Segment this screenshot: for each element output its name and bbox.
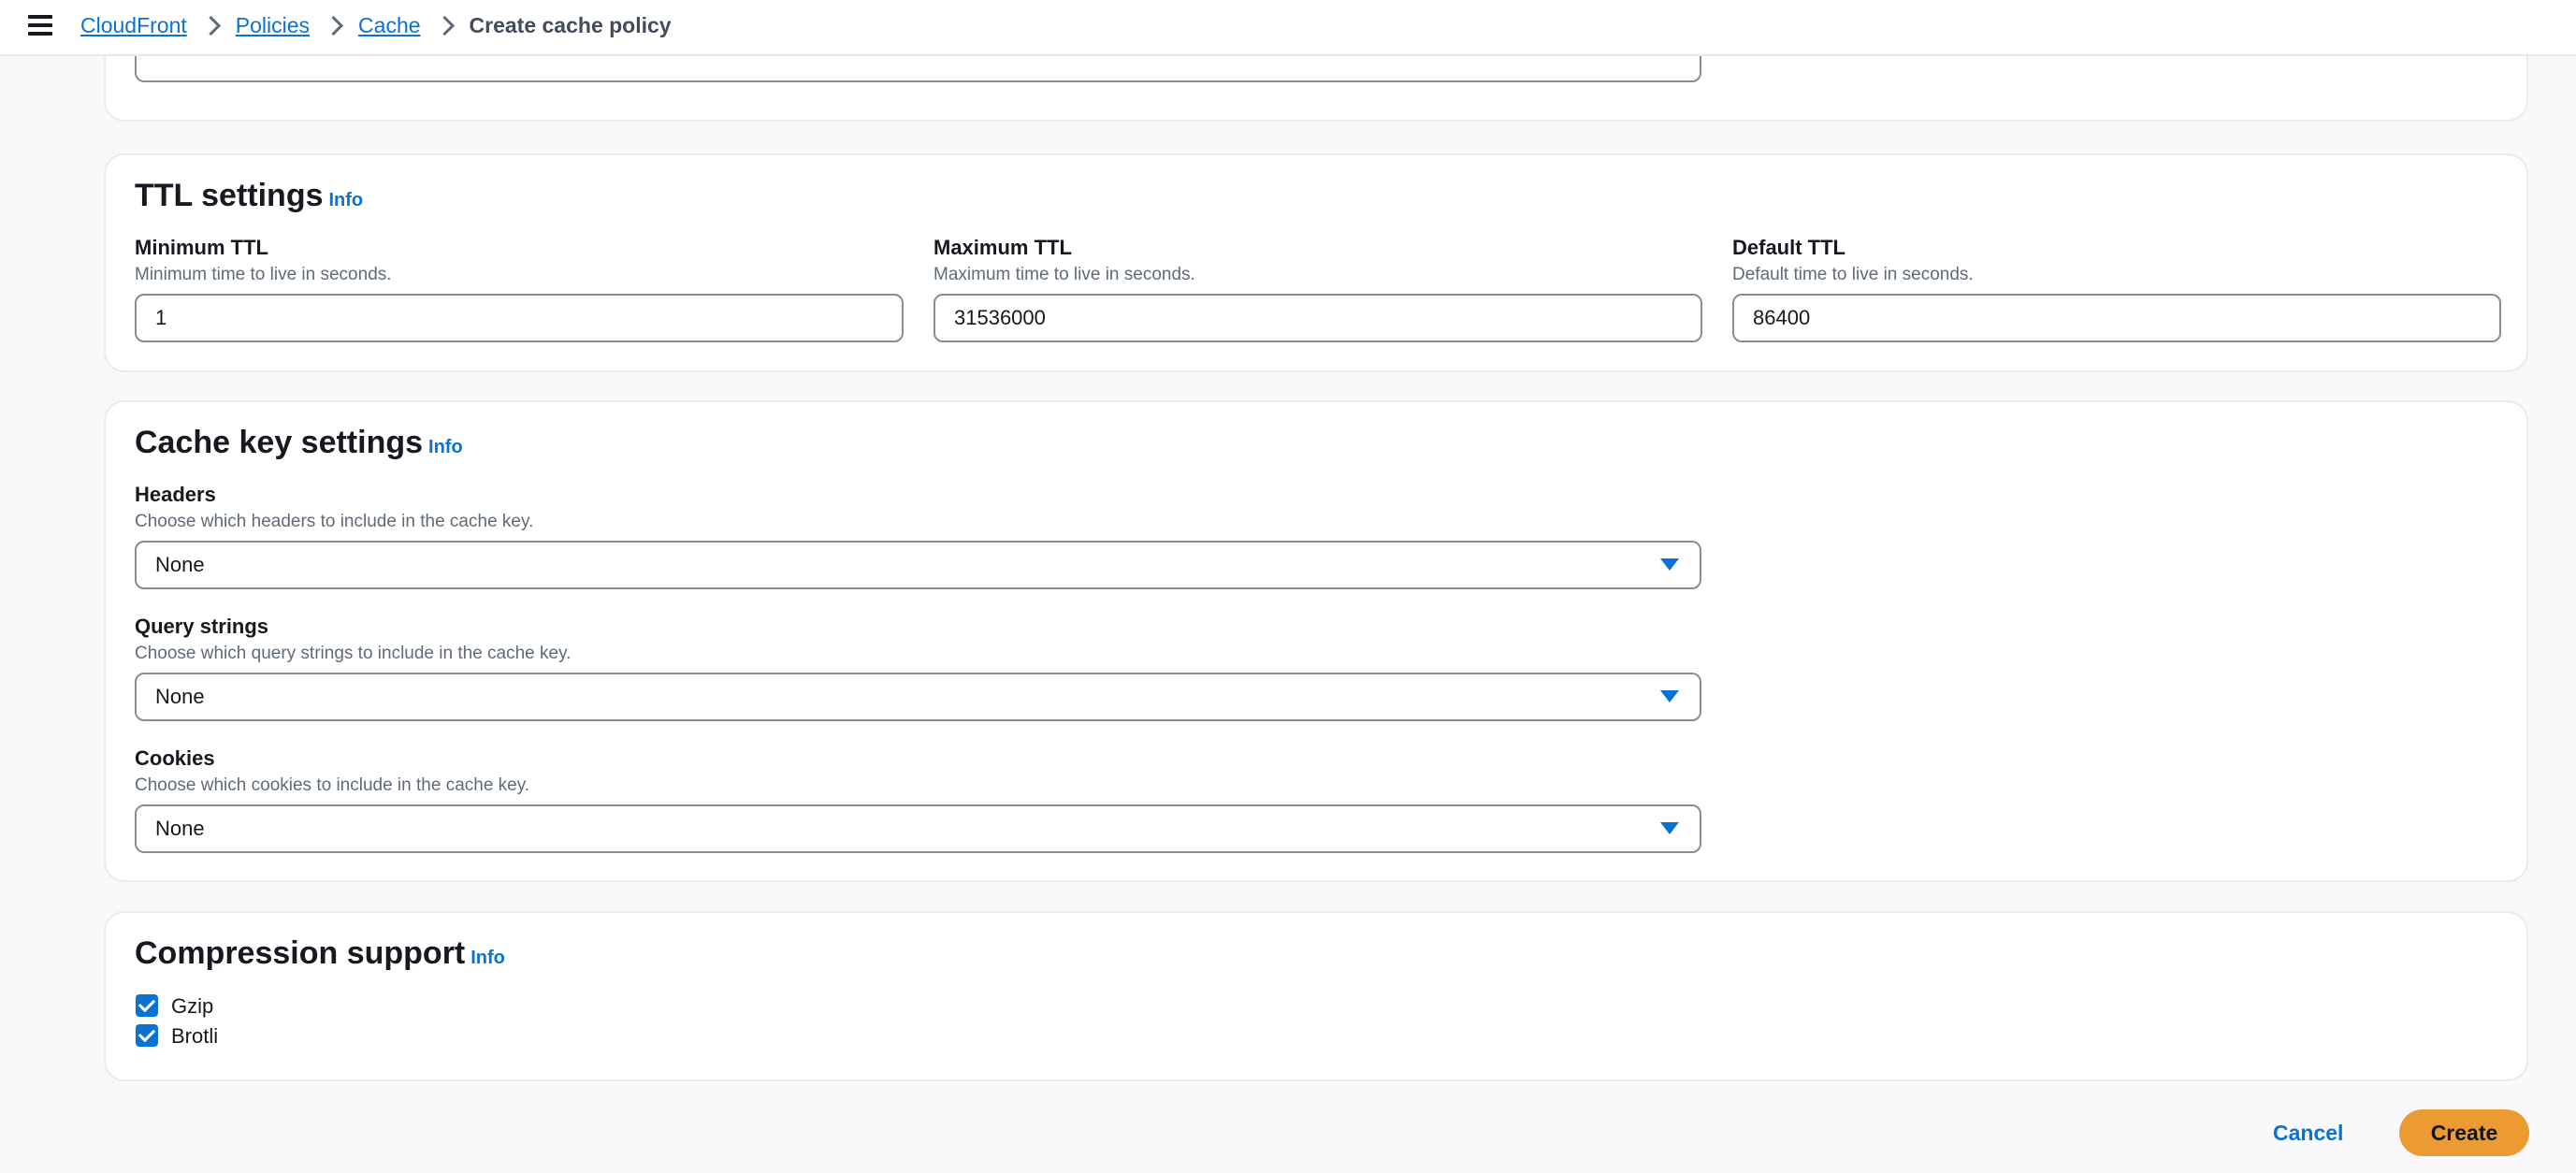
compression-support-title: Compression support Info — [135, 935, 505, 972]
cookies-label: Cookies — [135, 746, 215, 770]
default-ttl-desc: Default time to live in seconds. — [1732, 265, 1974, 284]
min-ttl-label: Minimum TTL — [135, 236, 268, 259]
default-ttl-label: Default TTL — [1732, 236, 1845, 259]
caret-down-icon — [1660, 690, 1679, 702]
max-ttl-desc: Maximum time to live in seconds. — [933, 265, 1195, 284]
cache-key-settings-panel: Cache key settings Info Headers Choose wh… — [104, 400, 2528, 882]
create-button[interactable]: Create — [2399, 1109, 2529, 1156]
brotli-label: Brotli — [171, 1024, 219, 1048]
chevron-right-icon — [193, 12, 230, 38]
breadcrumb-cache[interactable]: Cache — [358, 13, 420, 38]
default-ttl-input[interactable]: 86400 — [1732, 294, 2501, 342]
min-ttl-desc: Minimum time to live in seconds. — [135, 265, 392, 284]
breadcrumb-policies[interactable]: Policies — [236, 13, 310, 38]
headers-select[interactable]: None — [135, 541, 1701, 589]
max-ttl-input[interactable]: 31536000 — [933, 294, 1702, 342]
cache-key-heading: Cache key settings — [135, 425, 424, 460]
query-strings-desc: Choose which query strings to include in… — [135, 644, 572, 663]
compression-support-panel: Compression support Info Gzip Brotli — [104, 911, 2528, 1081]
headers-label: Headers — [135, 483, 216, 506]
query-strings-label: Query strings — [135, 615, 269, 638]
menu-icon[interactable] — [28, 13, 52, 36]
top-bar: CloudFront Policies Cache Create cache p… — [0, 0, 2576, 56]
headers-desc: Choose which headers to include in the c… — [135, 512, 534, 531]
compression-info-link[interactable]: Info — [470, 948, 505, 968]
chevron-right-icon — [427, 12, 464, 38]
cookies-select-value: None — [155, 817, 205, 840]
query-strings-select-value: None — [155, 685, 205, 708]
gzip-label: Gzip — [171, 994, 214, 1018]
chevron-right-icon — [315, 12, 353, 38]
min-ttl-input[interactable]: 1 — [135, 294, 904, 342]
compression-heading: Compression support — [135, 935, 466, 971]
caret-down-icon — [1660, 558, 1679, 571]
caret-down-icon — [1660, 822, 1679, 834]
cancel-button[interactable]: Cancel — [2273, 1109, 2343, 1156]
query-strings-select[interactable]: None — [135, 673, 1701, 721]
cache-key-info-link[interactable]: Info — [428, 437, 463, 457]
cookies-select[interactable]: None — [135, 804, 1701, 853]
max-ttl-label: Maximum TTL — [933, 236, 1072, 259]
cookies-desc: Choose which cookies to include in the c… — [135, 775, 530, 795]
breadcrumb-cloudfront[interactable]: CloudFront — [80, 13, 187, 38]
ttl-settings-title: TTL settings Info — [135, 178, 363, 214]
headers-select-value: None — [155, 553, 205, 576]
breadcrumb: CloudFront Policies Cache Create cache p… — [80, 10, 672, 40]
brotli-checkbox[interactable] — [136, 1024, 158, 1047]
cache-key-settings-title: Cache key settings Info — [135, 425, 463, 461]
ttl-info-link[interactable]: Info — [329, 190, 364, 210]
ttl-settings-panel: TTL settings Info Minimum TTL Minimum tim… — [104, 153, 2528, 372]
gzip-checkbox[interactable] — [136, 994, 158, 1017]
ttl-settings-heading: TTL settings — [135, 178, 324, 213]
breadcrumb-current: Create cache policy — [469, 12, 672, 37]
